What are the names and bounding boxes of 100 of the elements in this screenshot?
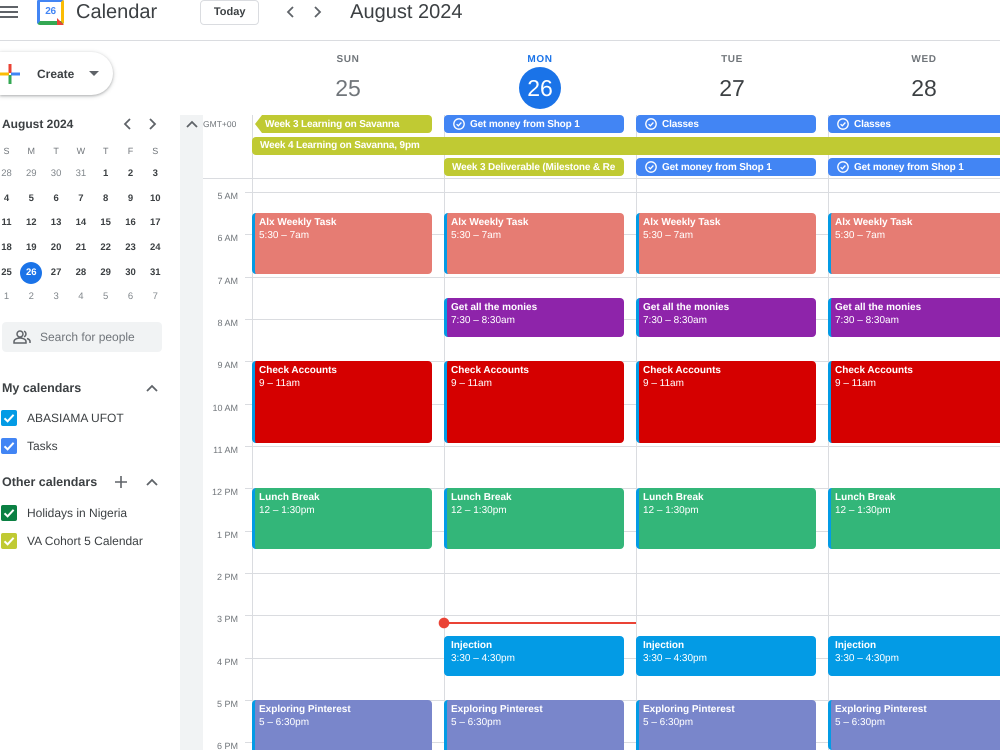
event-time: 12 – 1:30pm <box>835 504 892 518</box>
task-chip[interactable]: Classes <box>636 115 816 133</box>
app-logo[interactable]: 26 <box>37 0 64 25</box>
calendar-name[interactable]: Tasks <box>27 438 58 453</box>
mini-calendar-date[interactable]: 24 <box>150 242 161 254</box>
task-chip[interactable]: Classes <box>828 115 1000 133</box>
mini-calendar-date[interactable]: 13 <box>50 217 62 230</box>
today-button[interactable]: Today <box>200 0 260 24</box>
event-block[interactable]: Exploring Pinterest 5 – 6:30pm <box>828 700 1000 750</box>
mini-calendar-date[interactable]: 3 <box>152 168 158 180</box>
task-chip[interactable]: Get money from Shop 1 <box>636 158 816 176</box>
mini-calendar-date[interactable]: 31 <box>76 168 86 180</box>
mini-calendar-date[interactable]: 11 <box>1 217 12 230</box>
checkbox[interactable] <box>1 532 17 549</box>
mini-calendar-date[interactable]: 3 <box>53 291 59 304</box>
event-block[interactable]: Check Accounts 9 – 11am <box>636 361 816 443</box>
event-time: 5:30 – 7am <box>259 229 310 242</box>
mini-calendar-date[interactable]: 1 <box>4 291 10 304</box>
mini-calendar-date[interactable]: 31 <box>150 266 161 279</box>
mini-calendar-date[interactable]: 15 <box>100 217 111 230</box>
event-title: Lunch Break <box>835 491 897 504</box>
event-block[interactable]: Exploring Pinterest 5 – 6:30pm <box>252 700 432 750</box>
mini-calendar-date[interactable]: 6 <box>128 291 134 304</box>
mini-calendar-date[interactable]: 21 <box>76 242 86 254</box>
mini-calendar-date[interactable]: 4 <box>78 291 84 304</box>
event-block[interactable]: Alx Weekly Task 5:30 – 7am <box>252 213 432 274</box>
chevron-right-icon[interactable] <box>149 118 157 130</box>
mini-calendar-date[interactable]: 18 <box>1 242 12 254</box>
mini-calendar-date[interactable]: 12 <box>26 217 37 230</box>
event-block[interactable]: Alx Weekly Task 5:30 – 7am <box>636 213 816 274</box>
mini-calendar-date[interactable]: 4 <box>4 192 10 205</box>
event-block[interactable]: Get all the monies 7:30 – 8:30am <box>444 298 624 338</box>
mini-calendar-date[interactable]: 5 <box>28 192 34 205</box>
event-block[interactable]: Injection 3:30 – 4:30pm <box>636 636 816 676</box>
search-field[interactable]: Search for people <box>2 322 162 352</box>
checkbox[interactable] <box>1 438 17 454</box>
mini-calendar-date[interactable]: 22 <box>100 242 111 254</box>
weekday-label: WED <box>911 53 937 67</box>
event-block[interactable]: Check Accounts 9 – 11am <box>252 361 432 443</box>
event-block[interactable]: Alx Weekly Task 5:30 – 7am <box>444 213 624 274</box>
day-number[interactable]: 25 <box>327 67 369 109</box>
mini-calendar-date[interactable]: 8 <box>103 192 108 205</box>
event-block[interactable]: Get all the monies 7:30 – 8:30am <box>636 298 816 338</box>
event-block[interactable]: Check Accounts 9 – 11am <box>444 361 624 443</box>
mini-calendar-date[interactable]: 23 <box>125 242 136 254</box>
chevron-up-icon[interactable] <box>146 384 158 392</box>
mini-calendar-date[interactable]: 29 <box>26 168 37 180</box>
mini-calendar-date[interactable]: 5 <box>103 291 108 304</box>
event-block[interactable]: Check Accounts 9 – 11am <box>828 361 1000 443</box>
day-number[interactable]: 27 <box>711 67 753 109</box>
mini-calendar-date[interactable]: 28 <box>1 168 12 180</box>
chevron-up-icon[interactable] <box>186 120 198 128</box>
check-circle-icon <box>645 161 657 173</box>
calendar-name[interactable]: VA Cohort 5 Calendar <box>27 534 143 548</box>
chevron-left-icon[interactable] <box>286 6 294 18</box>
mini-calendar-date[interactable]: 2 <box>28 291 34 304</box>
event-time: 7:30 – 8:30am <box>835 314 900 327</box>
hour-label: 9 AM <box>217 360 238 370</box>
mini-calendar-date[interactable]: 25 <box>1 266 12 279</box>
mini-calendar-date[interactable]: 10 <box>150 192 161 205</box>
mini-calendar-date[interactable]: 26 <box>20 262 42 284</box>
mini-calendar-date[interactable]: 1 <box>103 168 108 180</box>
mini-calendar-date[interactable]: 29 <box>100 266 111 279</box>
event-block[interactable]: Alx Weekly Task 5:30 – 7am <box>828 213 1000 274</box>
day-number[interactable]: 28 <box>903 67 945 109</box>
task-chip[interactable]: Get money from Shop 1 <box>444 115 624 133</box>
event-time: 5 – 6:30pm <box>835 716 886 729</box>
event-block[interactable]: Injection 3:30 – 4:30pm <box>444 636 624 676</box>
event-block[interactable]: Injection 3:30 – 4:30pm <box>828 636 1000 676</box>
mini-calendar-date[interactable]: 19 <box>26 242 37 254</box>
task-chip[interactable]: Get money from Shop 1 <box>828 158 1000 176</box>
mini-calendar-date[interactable]: 17 <box>150 217 161 230</box>
create-button[interactable]: Create <box>0 52 113 95</box>
checkbox[interactable] <box>1 505 17 522</box>
calendar-name[interactable]: Holidays in Nigeria <box>27 506 128 520</box>
mini-calendar-date[interactable]: 2 <box>128 168 134 180</box>
event-block[interactable]: Exploring Pinterest 5 – 6:30pm <box>444 700 624 750</box>
mini-calendar-date[interactable]: 6 <box>53 192 59 205</box>
event-block[interactable]: Get all the monies 7:30 – 8:30am <box>828 298 1000 338</box>
mini-calendar-date[interactable]: 14 <box>76 217 86 230</box>
mini-calendar-date[interactable]: 28 <box>76 266 86 279</box>
chevron-right-icon[interactable] <box>314 6 322 18</box>
event-block[interactable]: Exploring Pinterest 5 – 6:30pm <box>636 700 816 750</box>
menu-icon[interactable] <box>0 6 18 18</box>
calendar-name[interactable]: ABASIAMA UFOT <box>27 411 124 426</box>
mini-calendar-date[interactable]: 30 <box>125 266 136 279</box>
chevron-up-icon[interactable] <box>146 478 158 486</box>
mini-calendar-date[interactable]: 7 <box>152 291 158 304</box>
mini-calendar-date[interactable]: 16 <box>125 217 136 230</box>
mini-calendar-date[interactable]: 27 <box>50 266 62 279</box>
mini-calendar-date[interactable]: 7 <box>78 192 84 205</box>
day-number[interactable]: 26 <box>519 67 561 109</box>
plus-icon[interactable] <box>115 476 127 488</box>
chevron-left-icon[interactable] <box>123 118 131 130</box>
mini-calendar-date[interactable]: 20 <box>50 242 62 254</box>
event-time: 9 – 11am <box>835 377 877 390</box>
weekday-label: W <box>76 145 86 157</box>
checkbox[interactable] <box>1 410 17 426</box>
mini-calendar-date[interactable]: 30 <box>50 168 62 180</box>
mini-calendar-date[interactable]: 9 <box>128 192 134 205</box>
